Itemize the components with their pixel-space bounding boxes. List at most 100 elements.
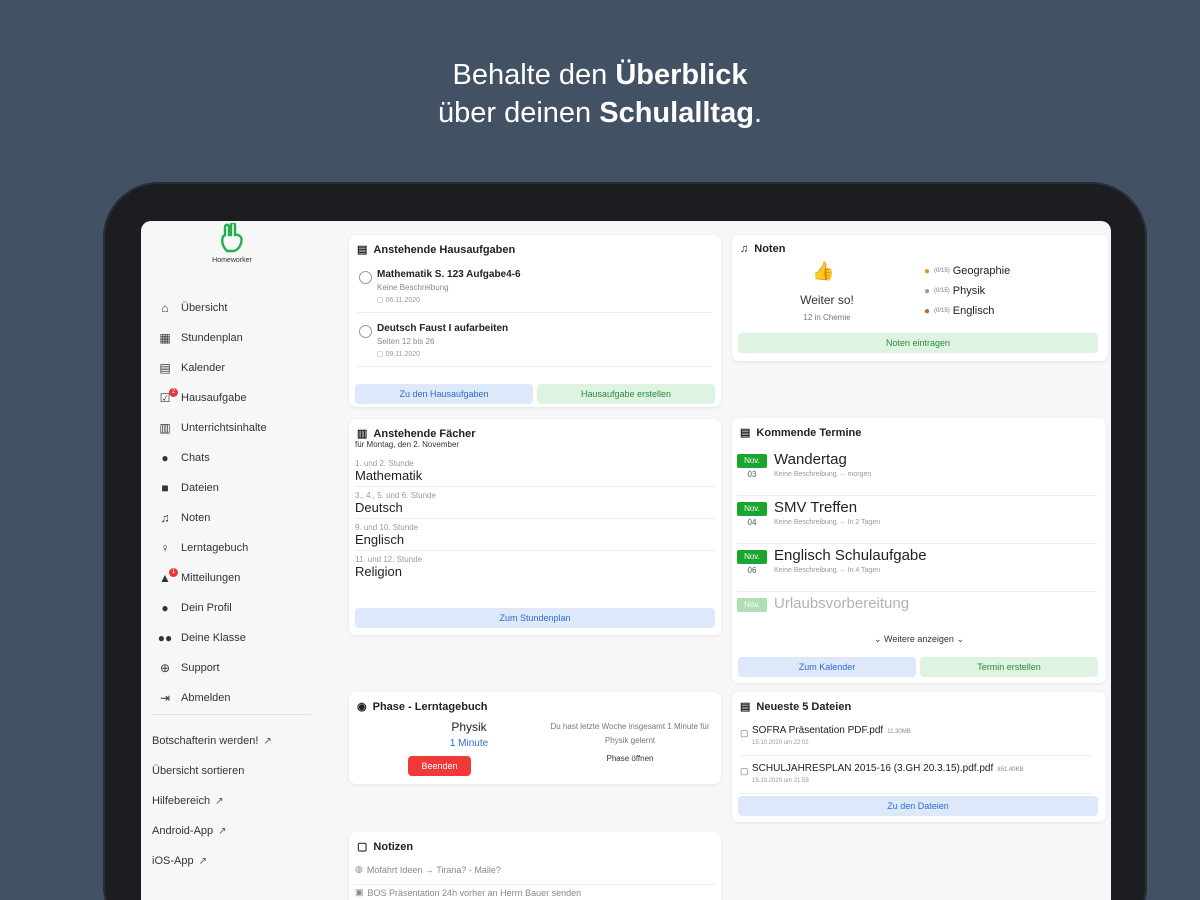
event-item[interactable]: Nov. Urlaubsvorbereitung — [737, 592, 1097, 614]
grades-card: ♫ Noten 👍 Weiter so! 12 in Chemie ● (0/15)… — [732, 235, 1108, 361]
event-desc: Keine Beschreibung → In 2 Tagen — [774, 519, 881, 526]
subject-item[interactable]: 3., 4., 5. und 6. Stunde Deutsch — [355, 491, 715, 519]
external-link-icon: ↗ — [198, 855, 207, 867]
event-month: Nov. — [737, 502, 767, 516]
external-link-icon: ↗ — [215, 795, 224, 807]
to-timetable-button[interactable]: Zum Stundenplan — [355, 608, 715, 628]
app-name: Homeworker — [212, 257, 252, 264]
sidebar-item-mitteilungen[interactable]: ▲ 1 Mitteilungen — [157, 563, 267, 593]
link-hilfebereich[interactable]: Hilfebereich ↗ — [152, 786, 272, 816]
sidebar-item-dateien[interactable]: ■ Dateien — [157, 473, 267, 503]
create-homework-button[interactable]: Hausaufgabe erstellen — [537, 384, 715, 404]
card-title-text: Anstehende Fächer — [373, 427, 476, 440]
file-name: SOFRA Präsentation PDF.pdf 11.30MB — [752, 725, 911, 736]
card-title: ♫ Noten — [740, 243, 785, 255]
sidebar-item-uebersicht[interactable]: ⌂ Übersicht — [157, 293, 267, 323]
event-item[interactable]: Nov. 06 Englisch Schulaufgabe Keine Besc… — [737, 544, 1097, 592]
sidebar-item-support[interactable]: ⊕ Support — [157, 653, 267, 683]
file-icon: ▤ — [740, 701, 751, 713]
support-icon: ⊕ — [159, 661, 171, 675]
subject-name: Englisch — [355, 532, 715, 551]
note-icon: ▢ — [357, 841, 368, 853]
grade-row[interactable]: ● (0/15) Englisch — [924, 305, 994, 317]
grade-row[interactable]: ● (0/15) Geographie — [924, 265, 1010, 277]
phase-subject: Physik — [451, 720, 487, 734]
sidebar-item-stundenplan[interactable]: ▦ Stundenplan — [157, 323, 267, 353]
link-android-app[interactable]: Android-App ↗ — [152, 816, 272, 846]
card-title: ▤ Neueste 5 Dateien — [740, 700, 851, 714]
to-homework-button[interactable]: Zu den Hausaufgaben — [355, 384, 533, 404]
homework-item[interactable]: Deutsch Faust I aufarbeiten Seiten 12 bi… — [357, 319, 712, 367]
event-item[interactable]: Nov. 03 Wandertag Keine Beschreibung → m… — [737, 448, 1097, 496]
homework-item[interactable]: Mathematik S. 123 Aufgabe4-6 Keine Besch… — [357, 265, 712, 313]
sidebar-item-noten[interactable]: ♫ Noten — [157, 503, 267, 533]
subject-item[interactable]: 11. und 12. Stunde Religion — [355, 555, 715, 582]
subject-name: Mathematik — [355, 468, 715, 487]
sidebar-item-unterrichtsinhalte[interactable]: ▥ Unterrichtsinhalte — [157, 413, 267, 443]
link-ios-app[interactable]: iOS-App ↗ — [152, 846, 272, 876]
file-item[interactable]: ▢ SOFRA Präsentation PDF.pdf 11.30MB 15.1… — [740, 722, 1092, 756]
link-uebersicht-sortieren[interactable]: Übersicht sortieren — [152, 756, 272, 786]
enter-grades-button[interactable]: Noten eintragen — [738, 333, 1098, 353]
silver-medal-icon: ● — [924, 285, 931, 297]
end-phase-button[interactable]: Beenden — [408, 756, 471, 776]
sidebar-item-label: Noten — [181, 512, 211, 524]
card-title: ▥ Anstehende Fächer — [357, 427, 476, 441]
phase-info: Du hast letzte Woche insgesamt 1 Minute … — [550, 722, 710, 745]
subject-item[interactable]: 1. und 2. Stunde Mathematik — [355, 459, 715, 487]
grades-message: Weiter so! — [800, 293, 854, 307]
sidebar-item-hausaufgabe[interactable]: ☑ 2 Hausaufgabe — [157, 383, 267, 413]
sidebar-item-kalender[interactable]: ▤ Kalender — [157, 353, 267, 383]
show-more-button[interactable]: ⌄ Weitere anzeigen ⌄ — [732, 634, 1106, 645]
bronze-medal-icon: ● — [924, 305, 931, 317]
document-icon: ▢ — [740, 728, 749, 738]
subjects-list: 1. und 2. Stunde Mathematik 3., 4., 5. un… — [355, 459, 715, 586]
sidebar-item-lerntagebuch[interactable]: ♀ Lerntagebuch — [157, 533, 267, 563]
show-more-label: Weitere anzeigen — [884, 634, 954, 644]
homework-desc: Keine Beschreibung — [377, 283, 449, 292]
brain-icon: ◉ — [357, 701, 367, 713]
homework-title: Mathematik S. 123 Aufgabe4-6 — [377, 269, 521, 280]
sidebar-nav: ⌂ Übersicht ▦ Stundenplan ▤ Kalender ☑ 2 Haus… — [157, 293, 267, 713]
app-logo[interactable] — [213, 223, 253, 253]
open-phase-button[interactable]: Phase öffnen — [549, 754, 711, 763]
note-item[interactable]: ◍ Mofahrt Ideen → Tirana? - Malle? — [355, 864, 501, 875]
event-month: Nov. — [737, 454, 767, 468]
event-item[interactable]: Nov. 04 SMV Treffen Keine Beschreibung →… — [737, 496, 1097, 544]
grade-row[interactable]: ● (0/15) Physik — [924, 285, 985, 297]
sidebar-item-label: Lerntagebuch — [181, 542, 249, 554]
sidebar-item-profil[interactable]: ● Dein Profil — [157, 593, 267, 623]
link-botschafterin[interactable]: Botschafterin werden! ↗ — [152, 726, 272, 756]
sidebar-item-chats[interactable]: ● Chats — [157, 443, 267, 473]
sidebar-divider — [151, 714, 311, 715]
subjects-card: ▥ Anstehende Fächer für Montag, den 2. No… — [349, 419, 721, 635]
sidebar-item-klasse[interactable]: ●● Deine Klasse — [157, 623, 267, 653]
music-icon: ♫ — [740, 243, 749, 255]
sidebar-item-abmelden[interactable]: ⇥ Abmelden — [157, 683, 267, 713]
note-item[interactable]: ▣ BOS Präsentation 24h vorher an Herrn Ba… — [355, 884, 715, 898]
create-event-button[interactable]: Termin erstellen — [920, 657, 1098, 677]
grade-subject: Physik — [952, 285, 986, 297]
sidebar-item-label: Stundenplan — [181, 332, 243, 344]
book-icon: ▥ — [159, 421, 171, 435]
homework-checkbox[interactable] — [359, 325, 372, 338]
globe-icon: ◍ — [355, 864, 363, 874]
card-title-text: Anstehende Hausaufgaben — [373, 243, 516, 256]
homework-date: ▢ 09.11.2020 — [377, 351, 421, 358]
note-text: BOS Präsentation 24h vorher an Herrn Bau… — [367, 887, 582, 898]
sidebar-item-label: Kalender — [181, 362, 226, 374]
event-title: Englisch Schulaufgabe — [774, 547, 927, 564]
file-item[interactable]: ▢ SCHULJAHRESPLAN 2015-16 (3.GH 20.3.15)… — [740, 760, 1092, 794]
sidebar-item-label: Unterrichtsinhalte — [181, 422, 267, 434]
homework-checkbox[interactable] — [359, 271, 372, 284]
link-label: Hilfebereich — [152, 795, 211, 807]
card-title-text: Phase - Lerntagebuch — [372, 700, 488, 713]
sidebar-item-label: Mitteilungen — [181, 572, 241, 584]
card-title-text: Notizen — [373, 840, 414, 853]
to-files-button[interactable]: Zu den Dateien — [738, 796, 1098, 816]
folder-icon: ■ — [161, 481, 169, 495]
link-label: Übersicht sortieren — [152, 765, 245, 777]
subject-item[interactable]: 9. und 10. Stunde Englisch — [355, 523, 715, 551]
music-icon: ♫ — [160, 511, 170, 525]
to-calendar-button[interactable]: Zum Kalender — [738, 657, 916, 677]
